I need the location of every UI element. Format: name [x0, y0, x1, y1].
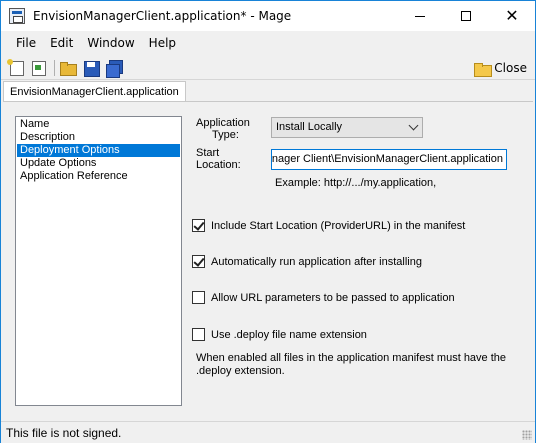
section-item-deployment-options[interactable]: Deployment Options [17, 144, 180, 157]
close-icon: ✕ [505, 6, 519, 25]
maximize-button[interactable] [443, 1, 489, 31]
mage-window: EnvisionManagerClient.application* - Mag… [0, 0, 536, 443]
window-title: EnvisionManagerClient.application* - Mag… [33, 9, 292, 23]
application-type-value: Install Locally [276, 121, 343, 133]
new-application-icon[interactable] [7, 59, 25, 77]
menu-edit[interactable]: Edit [43, 32, 80, 54]
toolbar-separator [54, 60, 55, 76]
menu-file[interactable]: File [9, 32, 43, 54]
toolbar: Close [1, 55, 535, 80]
menu-window[interactable]: Window [80, 32, 141, 54]
application-type-label-line1: Application [196, 117, 250, 129]
maximize-icon [461, 11, 471, 21]
status-bar: This file is not signed. [1, 421, 535, 443]
document-tab[interactable]: EnvisionManagerClient.application [3, 81, 186, 102]
section-item-application-reference[interactable]: Application Reference [17, 170, 180, 183]
allow-url-params-checkbox[interactable] [192, 291, 205, 304]
include-start-location-row[interactable]: Include Start Location (ProviderURL) in … [192, 219, 465, 232]
minimize-button[interactable] [397, 1, 443, 31]
start-location-label: Start Location: [196, 147, 241, 171]
include-start-location-checkbox[interactable] [192, 219, 205, 232]
use-deploy-extension-label: Use .deploy file name extension [211, 328, 367, 341]
close-document-label: Close [494, 61, 527, 75]
section-item-name[interactable]: Name [17, 118, 180, 131]
save-icon[interactable] [82, 59, 100, 77]
start-location-label-line2: Location: [196, 159, 241, 171]
start-location-label-line1: Start [196, 147, 220, 159]
close-document-button[interactable]: Close [474, 58, 527, 78]
menu-help[interactable]: Help [142, 32, 183, 54]
application-type-label: Application Type: [196, 117, 250, 141]
menu-bar: File Edit Window Help [1, 32, 535, 54]
minimize-icon [415, 15, 425, 17]
title-bar: EnvisionManagerClient.application* - Mag… [1, 1, 535, 31]
allow-url-params-label: Allow URL parameters to be passed to app… [211, 291, 455, 304]
auto-run-checkbox[interactable] [192, 255, 205, 268]
use-deploy-extension-checkbox[interactable] [192, 328, 205, 341]
save-all-icon[interactable] [105, 59, 123, 78]
start-location-value: anager Client\EnvisionManagerClient.appl… [271, 153, 503, 165]
status-text: This file is not signed. [6, 426, 122, 440]
include-start-location-label: Include Start Location (ProviderURL) in … [211, 219, 466, 232]
application-type-label-line2: Type: [212, 129, 239, 141]
chevron-down-icon [408, 120, 419, 131]
folder-icon [474, 62, 493, 77]
note-line-1: When enabled all files in the applicatio… [196, 352, 507, 364]
note-line-2: .deploy extension. [196, 365, 285, 377]
mage-app-icon [9, 8, 25, 24]
new-deployment-icon[interactable] [29, 59, 47, 77]
section-item-update-options[interactable]: Update Options [17, 157, 180, 170]
open-folder-icon[interactable] [59, 59, 77, 77]
section-item-description[interactable]: Description [17, 131, 180, 144]
auto-run-row[interactable]: Automatically run application after inst… [192, 255, 422, 268]
resize-grip-icon[interactable] [522, 430, 532, 440]
allow-url-params-row[interactable]: Allow URL parameters to be passed to app… [192, 291, 455, 304]
auto-run-label: Automatically run application after inst… [211, 255, 422, 268]
start-location-example: Example: http://.../my.application, [275, 177, 437, 189]
document-panel: Name Description Deployment Options Upda… [3, 101, 533, 418]
application-type-select[interactable]: Install Locally [271, 117, 423, 138]
section-list[interactable]: Name Description Deployment Options Upda… [15, 116, 182, 406]
deploy-extension-note: When enabled all files in the applicatio… [196, 352, 516, 378]
close-window-button[interactable]: ✕ [489, 1, 535, 31]
use-deploy-extension-row[interactable]: Use .deploy file name extension [192, 328, 367, 341]
start-location-input[interactable]: anager Client\EnvisionManagerClient.appl… [271, 149, 507, 170]
